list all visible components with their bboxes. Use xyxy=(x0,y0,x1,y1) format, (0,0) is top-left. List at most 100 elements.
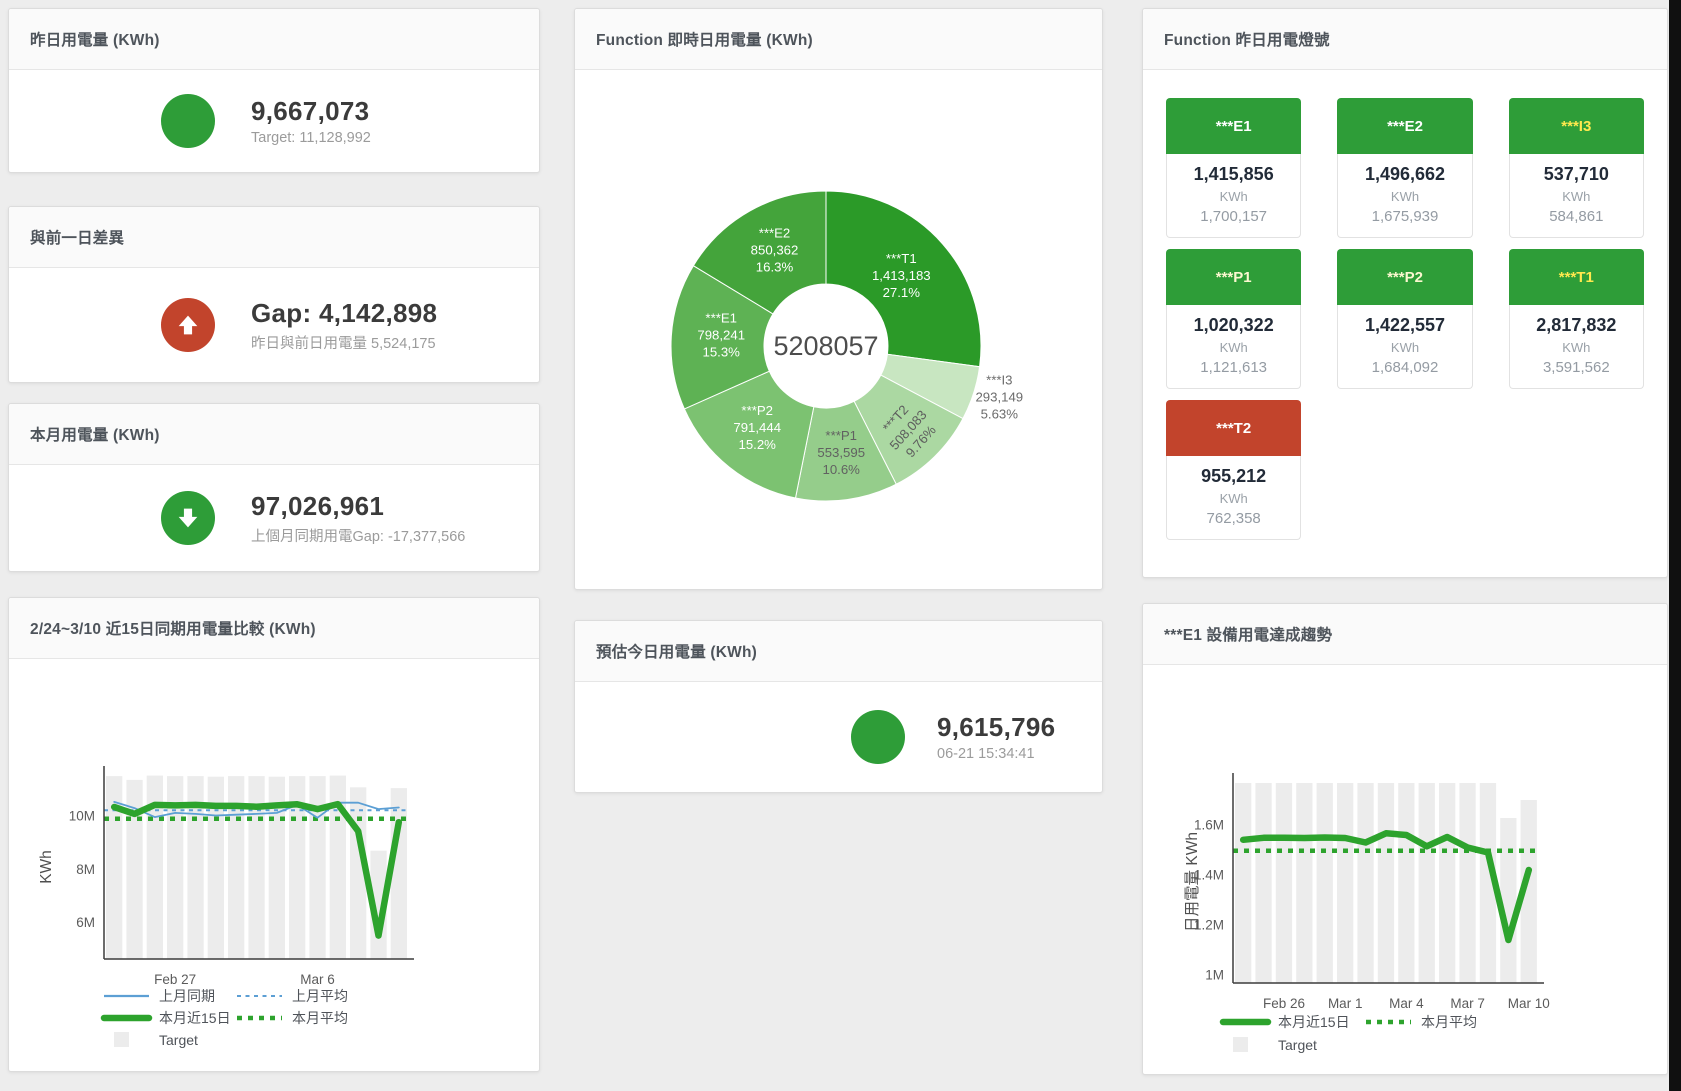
panel-title: 與前一日差異 xyxy=(30,226,124,248)
light-tile-body: 1,496,662 KWh 1,675,939 xyxy=(1337,154,1472,238)
stat-value: 9,615,796 xyxy=(937,712,1055,743)
compare15-svg: 6M8M10MFeb 27Mar 6KWh上月同期上月平均本月近15日本月平均T… xyxy=(9,659,539,1072)
svg-text:10M: 10M xyxy=(69,809,95,824)
svg-text:Mar 1: Mar 1 xyxy=(1328,996,1363,1011)
svg-text:Target: Target xyxy=(159,1032,198,1048)
light-tile-target: 584,861 xyxy=(1514,208,1639,225)
panel-title: 本月用電量 (KWh) xyxy=(30,423,160,445)
svg-text:KWh: KWh xyxy=(38,850,55,884)
light-tile-E2: ***E2 1,496,662 KWh 1,675,939 xyxy=(1337,98,1472,238)
svg-text:Mar 6: Mar 6 xyxy=(300,972,335,987)
panel-15day-compare-header: 2/24~3/10 近15日同期用電量比較 (KWh) xyxy=(9,598,539,659)
svg-text:本月近15日: 本月近15日 xyxy=(159,1010,231,1026)
light-tile-header: ***P2 xyxy=(1337,249,1472,305)
panel-today-estimate-header: 預估今日用電量 (KWh) xyxy=(575,621,1102,682)
panel-realtime-donut: Function 即時日用電量 (KWh) ***T11,413,18327.1… xyxy=(574,8,1103,590)
lights-grid: ***E11,415,856KWh1,700,157***E21,496,662… xyxy=(1143,70,1667,568)
arrow-down-icon xyxy=(161,491,215,545)
light-tile-body: 1,422,557 KWh 1,684,092 xyxy=(1337,305,1472,389)
panel-title: Function 昨日用電燈號 xyxy=(1164,28,1330,50)
svg-text:Mar 7: Mar 7 xyxy=(1450,996,1485,1011)
svg-text:本月平均: 本月平均 xyxy=(1421,1014,1477,1030)
panel-yesterday-lights: Function 昨日用電燈號 ***E11,415,856KWh1,700,1… xyxy=(1142,8,1668,578)
light-tile-unit: KWh xyxy=(1171,340,1296,355)
panel-15day-compare: 2/24~3/10 近15日同期用電量比較 (KWh) 6M8M10MFeb 2… xyxy=(8,597,540,1072)
svg-text:Target: Target xyxy=(1278,1037,1317,1053)
light-tile-body: 1,020,322KWh1,121,613 xyxy=(1166,305,1301,389)
light-tile-header: ***I3 xyxy=(1509,98,1644,154)
light-tile-value: 1,422,557 xyxy=(1342,315,1467,336)
light-tile-target: 1,684,092 xyxy=(1342,359,1467,376)
light-tile-body: 537,710KWh584,861 xyxy=(1509,154,1644,238)
light-tile-unit: KWh xyxy=(1171,189,1296,204)
vertical-scrollbar[interactable] xyxy=(1669,0,1681,1091)
donut-label: ***I3293,1495.63% xyxy=(975,373,1023,422)
stat-text: Gap: 4,142,898 昨日與前日用電量 5,524,175 xyxy=(251,298,437,353)
panel-title: ***E1 設備用電達成趨勢 xyxy=(1164,623,1332,645)
panel-yesterday-usage-header: 昨日用電量 (KWh) xyxy=(9,9,539,70)
light-tile-header: ***E2 xyxy=(1337,98,1472,154)
light-tile-target: 1,121,613 xyxy=(1171,359,1296,376)
svg-text:1M: 1M xyxy=(1205,968,1224,983)
stat-subtext: Target: 11,128,992 xyxy=(251,130,371,146)
svg-text:本月近15日: 本月近15日 xyxy=(1278,1014,1350,1030)
svg-text:6M: 6M xyxy=(76,915,95,930)
light-tile-unit: KWh xyxy=(1342,189,1467,204)
stat-subtext: 上個月同期用電Gap: -17,377,566 xyxy=(251,525,465,546)
panel-prev-day-gap: 與前一日差異 Gap: 4,142,898 昨日與前日用電量 5,524,175 xyxy=(8,206,540,383)
svg-text:Mar 10: Mar 10 xyxy=(1508,996,1550,1011)
light-tile-T2: ***T2 955,212 KWh 762,358 xyxy=(1166,400,1301,540)
light-tile-header: ***T2 xyxy=(1166,400,1301,456)
panel-e1-trend: ***E1 設備用電達成趨勢 1M1.2M1.4M1.6MFeb 26Mar 1… xyxy=(1142,603,1668,1075)
light-tile-unit: KWh xyxy=(1342,340,1467,355)
light-tile-T1: ***T12,817,832KWh3,591,562 xyxy=(1509,249,1644,389)
stat-subtext: 06-21 15:34:41 xyxy=(937,746,1055,762)
light-tile-target: 762,358 xyxy=(1171,510,1296,527)
light-tile-value: 1,496,662 xyxy=(1342,164,1467,185)
chart-legend: 上月同期上月平均本月近15日本月平均Target xyxy=(104,988,348,1048)
light-tile-P2: ***P2 1,422,557 KWh 1,684,092 xyxy=(1337,249,1472,389)
stat-body: 9,615,796 06-21 15:34:41 xyxy=(575,682,1102,792)
light-tile-body: 2,817,832KWh3,591,562 xyxy=(1509,305,1644,389)
panel-yesterday-usage: 昨日用電量 (KWh) 9,667,073 Target: 11,128,992 xyxy=(8,8,540,173)
light-tile-target: 1,675,939 xyxy=(1342,208,1467,225)
e1trend-svg: 1M1.2M1.4M1.6MFeb 26Mar 1Mar 4Mar 7Mar 1… xyxy=(1143,665,1667,1075)
stat-body: 97,026,961 上個月同期用電Gap: -17,377,566 xyxy=(9,465,539,571)
svg-text:上月平均: 上月平均 xyxy=(292,988,348,1004)
light-tile-value: 1,415,856 xyxy=(1171,164,1296,185)
light-tile-value: 537,710 xyxy=(1514,164,1639,185)
panel-realtime-donut-header: Function 即時日用電量 (KWh) xyxy=(575,9,1102,70)
panel-month-usage: 本月用電量 (KWh) 97,026,961 上個月同期用電Gap: -17,3… xyxy=(8,403,540,572)
svg-text:1.6M: 1.6M xyxy=(1194,818,1224,833)
light-tile-target: 1,700,157 xyxy=(1171,208,1296,225)
panel-title: 昨日用電量 (KWh) xyxy=(30,28,160,50)
svg-text:5208057: 5208057 xyxy=(773,331,878,361)
light-tile-I3: ***I3537,710KWh584,861 xyxy=(1509,98,1644,238)
panel-today-estimate: 預估今日用電量 (KWh) 9,615,796 06-21 15:34:41 xyxy=(574,620,1103,793)
light-tile-unit: KWh xyxy=(1514,340,1639,355)
light-tile-header: ***P1 xyxy=(1166,249,1301,305)
svg-text:日用電量 KWh: 日用電量 KWh xyxy=(1184,832,1201,932)
light-tile-unit: KWh xyxy=(1171,491,1296,506)
target-bars xyxy=(1235,783,1537,983)
e1-trend-chart: 1M1.2M1.4M1.6MFeb 26Mar 1Mar 4Mar 7Mar 1… xyxy=(1143,665,1667,1074)
panel-prev-day-gap-header: 與前一日差異 xyxy=(9,207,539,268)
svg-text:上月同期: 上月同期 xyxy=(159,988,215,1004)
svg-text:Feb 27: Feb 27 xyxy=(154,972,196,987)
light-tile-value: 2,817,832 xyxy=(1514,315,1639,336)
light-tile-body: 955,212 KWh 762,358 xyxy=(1166,456,1301,540)
realtime-donut-chart: ***T11,413,18327.1%***I3293,1495.63%***T… xyxy=(575,70,1102,589)
stat-value: Gap: 4,142,898 xyxy=(251,298,437,329)
stat-subtext: 昨日與前日用電量 5,524,175 xyxy=(251,332,437,353)
light-tile-E1: ***E11,415,856KWh1,700,157 xyxy=(1166,98,1301,238)
stat-text: 9,615,796 06-21 15:34:41 xyxy=(937,712,1055,762)
chart-legend: 本月近15日 本月平均 Target xyxy=(1223,1014,1477,1053)
stat-body: Gap: 4,142,898 昨日與前日用電量 5,524,175 xyxy=(9,268,539,382)
light-tile-value: 955,212 xyxy=(1171,466,1296,487)
svg-text:Mar 4: Mar 4 xyxy=(1389,996,1424,1011)
status-circle-icon xyxy=(851,710,905,764)
light-tile-header: ***T1 xyxy=(1509,249,1644,305)
stat-value: 9,667,073 xyxy=(251,96,371,127)
arrow-up-icon xyxy=(161,298,215,352)
stat-text: 9,667,073 Target: 11,128,992 xyxy=(251,96,371,146)
